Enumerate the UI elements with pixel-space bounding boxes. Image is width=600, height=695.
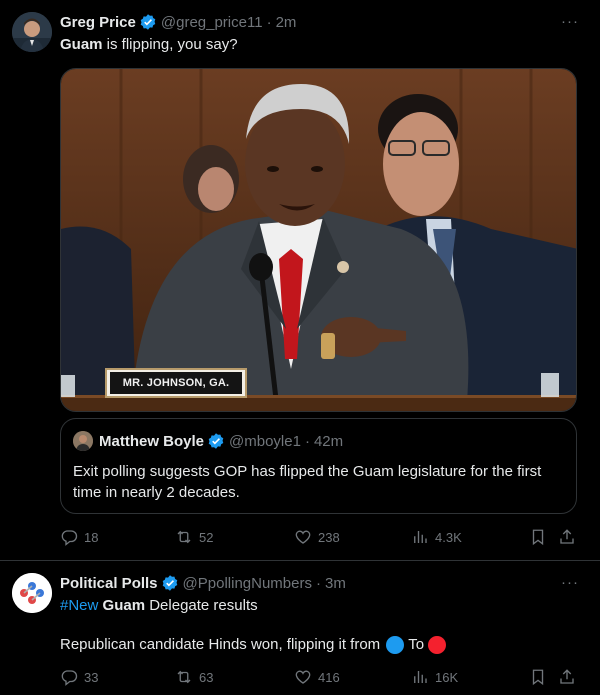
bookmark-icon [532,529,544,546]
reply-icon [61,670,78,686]
reply-button[interactable]: 18 [60,528,98,546]
avatar[interactable] [73,431,93,451]
reply-count: 18 [84,529,99,545]
verified-badge-icon [139,13,157,31]
blue-circle-icon [386,636,405,654]
reply-button[interactable]: 33 [60,668,98,686]
avatar[interactable] [12,573,52,613]
repost-icon [177,530,191,544]
like-button[interactable]: 238 [294,528,340,546]
like-count: 416 [318,669,340,685]
like-count: 238 [318,529,340,545]
like-button[interactable]: 416 [294,668,340,686]
divider [0,560,600,561]
repost-button[interactable]: 63 [175,668,213,686]
author-handle[interactable]: @mboyle1 [229,433,301,450]
views-count: 4.3K [435,529,462,545]
tweet-text-to: To [408,636,425,653]
avatar[interactable] [12,12,52,52]
bookmark-icon [532,669,544,686]
views-count: 16K [435,669,459,685]
share-button[interactable] [558,528,582,546]
repost-count: 52 [199,529,214,545]
separator-dot: · [315,574,321,592]
repost-button[interactable]: 52 [175,528,213,546]
author-handle[interactable]: @PpollingNumbers [183,575,312,592]
bookmark-button[interactable] [529,668,553,686]
share-icon [560,529,574,544]
tweet-text: #New Guam Delegate results [60,596,258,616]
repost-count: 63 [199,669,214,685]
views-button[interactable]: 4.3K [411,528,462,546]
views-icon [414,531,427,543]
verified-badge-icon [161,574,179,592]
author-name[interactable]: Political Polls [60,575,158,592]
tweet-text-before: Republican candidate Hinds won, flipping… [60,636,381,653]
timestamp[interactable]: 42m [314,433,343,450]
views-icon [414,671,427,683]
views-button[interactable]: 16K [411,668,458,686]
verified-badge-icon [207,432,225,450]
timestamp[interactable]: 2m [276,14,297,31]
quoted-tweet-text: Exit polling suggests GOP has flipped th… [73,463,542,501]
bookmark-button[interactable] [529,528,553,546]
author-handle[interactable]: @greg_price11 [161,14,263,31]
red-circle-icon [428,636,447,654]
quoted-tweet-header: Matthew Boyle @mboyle1 · 42m [99,431,343,451]
share-icon [560,669,574,684]
author-name[interactable]: Matthew Boyle [99,433,204,450]
like-icon [295,530,311,544]
tweet-text-bold: Guam [60,36,103,53]
separator-dot: · [304,432,310,450]
tweet-text-bold: Guam [102,597,146,614]
tweet-header: Political Polls @PpollingNumbers · 3m [60,573,346,593]
nameplate-label: MR. JOHNSON, GA. [122,377,230,389]
more-icon[interactable]: ··· [560,575,580,598]
action-bar: 18 52 238 4.3K [60,527,580,547]
share-button[interactable] [558,668,582,686]
timestamp[interactable]: 3m [325,575,346,592]
tweet-text: Guam is flipping, you say? [60,35,238,55]
tweet-text-rest: Delegate results [145,597,258,614]
action-bar: 33 63 416 16K [60,667,580,687]
more-icon[interactable]: ··· [560,14,580,37]
author-name[interactable]: Greg Price [60,14,136,31]
tweet-greg-price[interactable]: Greg Price @greg_price11 · 2m ··· Guam i… [0,0,600,560]
separator-dot: · [266,13,272,31]
reply-count: 33 [84,669,99,685]
like-icon [295,670,311,684]
reply-icon [61,530,78,546]
tweet-header: Greg Price @greg_price11 · 2m [60,12,296,32]
media-photo[interactable]: MR. JOHNSON, GA. [60,68,577,412]
tweet-text-line2: Republican candidate Hinds won, flipping… [60,635,450,655]
hashtag-link[interactable]: #New [60,597,98,614]
quoted-tweet[interactable]: Matthew Boyle @mboyle1 · 42m Exit pollin… [60,418,577,514]
repost-icon [177,670,191,684]
tweet-text-rest: is flipping, you say? [102,36,238,53]
